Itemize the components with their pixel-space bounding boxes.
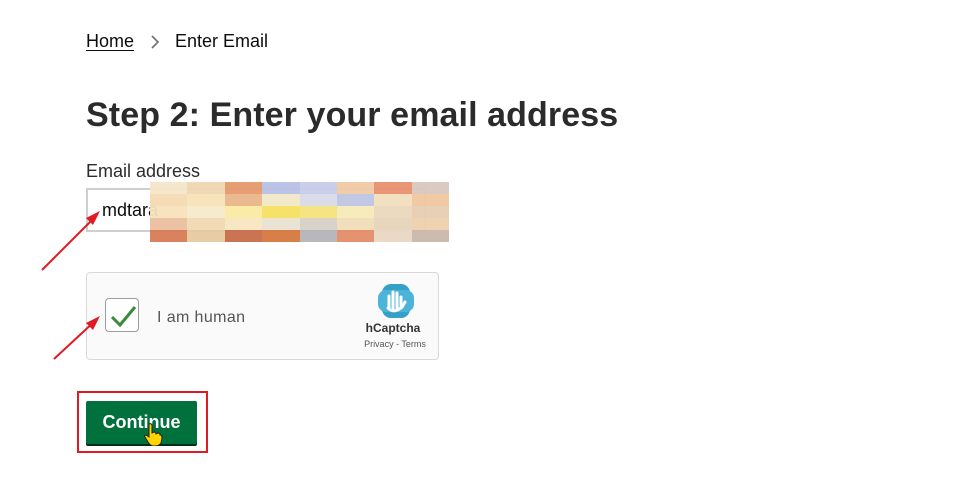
chevron-right-icon [146, 33, 164, 51]
hcaptcha-widget: I am human hCaptcha Privacy - Terms [86, 272, 439, 360]
breadcrumb-home-link[interactable]: Home [86, 31, 134, 52]
captcha-brand: hCaptcha [365, 321, 421, 335]
hand-cursor-icon [143, 422, 163, 451]
captcha-label: I am human [157, 309, 246, 326]
email-label: Email address [86, 161, 201, 181]
captcha-terms-link[interactable]: Terms [401, 339, 426, 349]
continue-button[interactable]: Continue [86, 401, 197, 444]
checkmark-icon [110, 306, 137, 328]
breadcrumb-current: Enter Email [175, 31, 269, 51]
page-title: Step 2: Enter your email address [86, 96, 619, 134]
captcha-privacy-link[interactable]: Privacy [364, 339, 394, 349]
captcha-checkbox[interactable] [105, 298, 139, 332]
breadcrumb: Home Enter Email [86, 31, 268, 52]
captcha-links: Privacy - Terms [355, 339, 435, 349]
hcaptcha-hand-icon [376, 282, 416, 325]
redacted-region [150, 182, 449, 242]
